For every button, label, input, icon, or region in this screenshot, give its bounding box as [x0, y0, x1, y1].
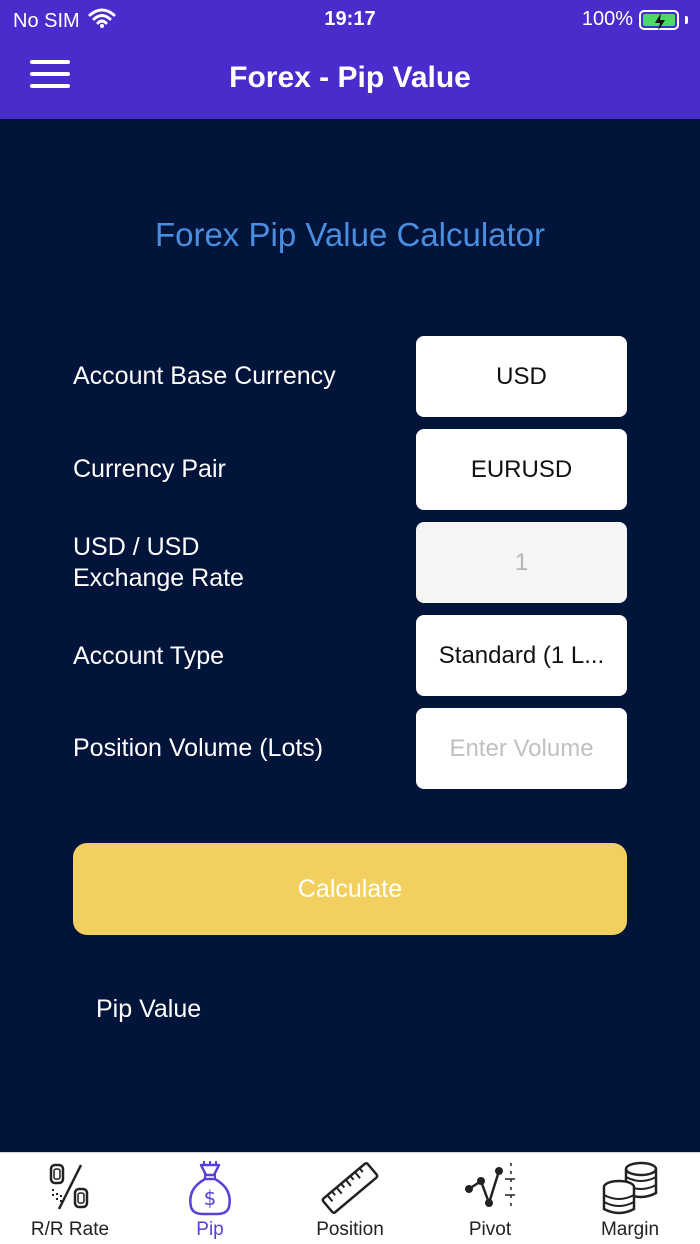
base-currency-value: USD [496, 362, 547, 390]
position-volume-label: Position Volume (Lots) [73, 734, 324, 762]
status-right: 100% [582, 8, 688, 31]
tab-margin-label: Margin [600, 1219, 660, 1240]
base-currency-label: Account Base Currency [73, 362, 336, 390]
position-volume-input[interactable] [416, 708, 627, 789]
calculator-title: Forex Pip Value Calculator [154, 216, 546, 253]
exchange-rate-field: 1 [416, 522, 627, 603]
ruler-icon [319, 1159, 381, 1217]
tab-margin[interactable]: Margin [560, 1153, 700, 1244]
exchange-rate-label: USD / USD Exchange Rate [73, 532, 244, 594]
exchange-rate-value: 1 [514, 548, 529, 576]
tab-rr-rate-label: R/R Rate [30, 1219, 110, 1240]
app-header: No SIM 19:17 100% Forex - Pip Value [0, 0, 700, 119]
battery-percent: 100% [581, 8, 633, 30]
money-bag-icon: $ [179, 1159, 241, 1217]
account-type-label: Account Type [73, 642, 225, 670]
coins-stack-icon [599, 1159, 661, 1217]
tab-pip-label: Pip [196, 1219, 224, 1240]
tab-pivot[interactable]: Pivot [420, 1153, 560, 1244]
tab-position-label: Position [316, 1219, 384, 1240]
currency-pair-label: Currency Pair [73, 455, 226, 483]
calculate-button[interactable]: Calculate [73, 843, 627, 935]
tab-pivot-label: Pivot [468, 1219, 512, 1240]
currency-pair-value: EURUSD [470, 455, 573, 483]
pip-value-result-label: Pip Value [96, 995, 202, 1023]
account-type-value: Standard (1 L... [438, 641, 605, 669]
status-bar: No SIM 19:17 100% [0, 0, 700, 40]
svg-text:$: $ [204, 1186, 217, 1210]
account-type-select[interactable]: Standard (1 L... [416, 615, 627, 696]
base-currency-select[interactable]: USD [416, 336, 627, 417]
tab-bar: R/R Rate $ Pip Position Pivot Margin [0, 1152, 700, 1244]
nav-title: Forex - Pip Value [229, 61, 471, 94]
tab-pip[interactable]: $ Pip [140, 1153, 280, 1244]
tab-position[interactable]: Position [280, 1153, 420, 1244]
percent-icon [39, 1159, 101, 1217]
position-volume-field [416, 708, 627, 789]
exchange-rate-label-line2: Exchange Rate [73, 564, 244, 592]
exchange-rate-label-line1: USD / USD [73, 533, 200, 561]
currency-pair-select[interactable]: EURUSD [416, 429, 627, 510]
battery-nub [685, 15, 688, 24]
battery-icon [639, 9, 679, 31]
tab-rr-rate[interactable]: R/R Rate [0, 1153, 140, 1244]
pivot-chart-icon [459, 1159, 521, 1217]
